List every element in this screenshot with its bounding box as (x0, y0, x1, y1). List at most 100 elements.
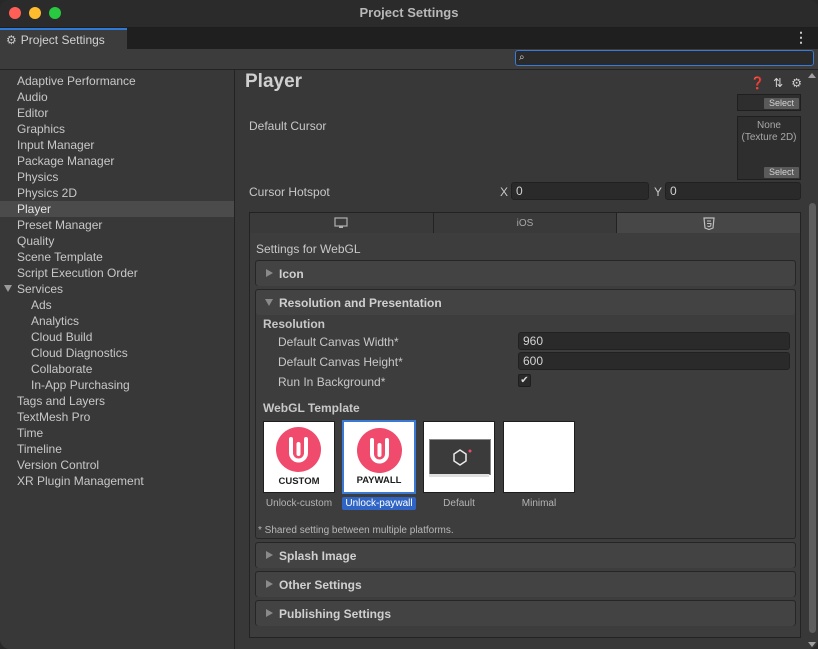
sidebar-item-textmesh-pro[interactable]: TextMesh Pro (0, 409, 234, 425)
padlock-icon (289, 437, 308, 463)
padlock-icon (370, 438, 389, 464)
splash-image-title: Splash Image (279, 549, 357, 563)
monitor-icon (334, 217, 348, 228)
tab-label: Project Settings (20, 32, 105, 47)
unlock-logo-icon (357, 428, 402, 473)
sidebar-item-package-manager[interactable]: Package Manager (0, 153, 234, 169)
html5-icon (703, 216, 715, 230)
sidebar-item-time[interactable]: Time (0, 425, 234, 441)
sidebar-item-player[interactable]: Player (0, 201, 234, 217)
template-unlock-custom[interactable]: CUSTOM (263, 421, 335, 493)
default-template-footer (429, 474, 489, 477)
sidebar-item-in-app-purchasing[interactable]: In-App Purchasing (0, 377, 234, 393)
canvas-width-label: Default Canvas Width* (278, 335, 399, 349)
preset-icon[interactable]: ⇅ (773, 76, 783, 90)
scroll-down-arrow-icon[interactable] (808, 642, 816, 647)
template-label-minimal: Minimal (521, 498, 557, 509)
sidebar-item-physics[interactable]: Physics (0, 169, 234, 185)
resolution-section-header[interactable]: Resolution and Presentation (256, 290, 795, 315)
vertical-scrollbar[interactable] (806, 71, 818, 649)
sidebar-item-xr-plugin-management[interactable]: XR Plugin Management (0, 473, 234, 489)
sidebar-item-physics-2d[interactable]: Physics 2D (0, 185, 234, 201)
page-title: Player (245, 71, 303, 92)
sidebar-item-version-control[interactable]: Version Control (0, 457, 234, 473)
publishing-settings-header[interactable]: Publishing Settings (256, 601, 795, 626)
unity-logo-icon (453, 449, 472, 466)
platform-tabs: iOS (249, 212, 801, 234)
sidebar-item-editor[interactable]: Editor (0, 105, 234, 121)
collapse-arrow-icon (265, 299, 273, 306)
title-bar: Project Settings (0, 0, 818, 28)
icon-section[interactable]: Icon (255, 260, 796, 286)
scroll-up-arrow-icon[interactable] (808, 73, 816, 78)
sidebar-item-scene-template[interactable]: Scene Template (0, 249, 234, 265)
sidebar-item-tags-and-layers[interactable]: Tags and Layers (0, 393, 234, 409)
other-settings-header[interactable]: Other Settings (256, 572, 795, 597)
icon-texture-slot[interactable]: Select (737, 94, 801, 111)
expand-arrow-icon (266, 551, 273, 559)
scrollbar-thumb[interactable] (809, 203, 816, 633)
sidebar-item-script-execution-order[interactable]: Script Execution Order (0, 265, 234, 281)
sidebar-item-adaptive-performance[interactable]: Adaptive Performance (0, 73, 234, 89)
tab-ios[interactable]: iOS (434, 213, 618, 233)
run-in-background-checkbox[interactable]: ✔ (518, 374, 531, 387)
webgl-settings-panel: Settings for WebGL Icon Resolution and P… (249, 233, 801, 638)
tab-standalone[interactable] (250, 213, 434, 233)
cursor-hotspot-label: Cursor Hotspot (249, 185, 330, 199)
sidebar-item-timeline[interactable]: Timeline (0, 441, 234, 457)
icon-section-header[interactable]: Icon (256, 261, 795, 286)
settings-icon[interactable]: ⚙ (791, 76, 802, 90)
sidebar-item-collaborate[interactable]: Collaborate (0, 361, 234, 377)
splash-image-section[interactable]: Splash Image (255, 542, 796, 568)
sidebar-item-services[interactable]: Services (0, 281, 234, 297)
template-caption: PAYWALL (356, 475, 402, 486)
sidebar-item-preset-manager[interactable]: Preset Manager (0, 217, 234, 233)
splash-image-header[interactable]: Splash Image (256, 543, 795, 568)
canvas-height-field[interactable]: 600 (518, 352, 790, 370)
resolution-section-title: Resolution and Presentation (279, 296, 442, 310)
selected-template-label: Unlock-paywall (342, 497, 416, 510)
template-label-unlock-custom: Unlock-custom (265, 498, 333, 509)
default-cursor-slot[interactable]: None (Texture 2D) Select (737, 116, 801, 180)
template-minimal[interactable] (503, 421, 575, 493)
resolution-heading: Resolution (263, 317, 325, 331)
tab-webgl[interactable] (617, 213, 801, 233)
sidebar-item-input-manager[interactable]: Input Manager (0, 137, 234, 153)
canvas-width-field[interactable]: 960 (518, 332, 790, 350)
more-options-icon[interactable]: ⋮ (794, 29, 808, 46)
template-default[interactable] (423, 421, 495, 493)
gear-icon: ⚙ (6, 32, 17, 47)
expand-arrow-icon (266, 269, 273, 277)
select-cursor-button[interactable]: Select (764, 167, 799, 178)
sidebar-item-quality[interactable]: Quality (0, 233, 234, 249)
search-input[interactable] (515, 50, 814, 66)
select-button[interactable]: Select (764, 98, 799, 109)
expand-arrow-icon[interactable] (4, 285, 12, 292)
search-row: ⌕ (0, 49, 818, 70)
hotspot-x-field[interactable]: 0 (511, 182, 649, 200)
sidebar-item-cloud-diagnostics[interactable]: Cloud Diagnostics (0, 345, 234, 361)
shared-setting-note: * Shared setting between multiple platfo… (258, 525, 454, 536)
template-unlock-paywall[interactable]: PAYWALL (342, 420, 416, 494)
sidebar: Adaptive Performance Audio Editor Graphi… (0, 70, 235, 649)
sidebar-item-audio[interactable]: Audio (0, 89, 234, 105)
hotspot-y-field[interactable]: 0 (665, 182, 801, 200)
tab-project-settings[interactable]: ⚙ Project Settings (0, 28, 127, 49)
sidebar-item-graphics[interactable]: Graphics (0, 121, 234, 137)
help-icon[interactable]: ❓ (750, 76, 765, 90)
search-icon: ⌕ (519, 52, 525, 63)
expand-arrow-icon (266, 609, 273, 617)
canvas-height-label: Default Canvas Height* (278, 355, 403, 369)
tab-bar: ⚙ Project Settings ⋮ (0, 28, 818, 49)
sidebar-item-cloud-build[interactable]: Cloud Build (0, 329, 234, 345)
publishing-settings-section[interactable]: Publishing Settings (255, 600, 796, 626)
icon-section-title: Icon (279, 267, 304, 281)
expand-arrow-icon (266, 580, 273, 588)
cursor-type-text: (Texture 2D) (741, 132, 797, 143)
sidebar-item-analytics[interactable]: Analytics (0, 313, 234, 329)
template-label-unlock-paywall: Unlock-paywall (337, 497, 421, 510)
sidebar-item-ads[interactable]: Ads (0, 297, 234, 313)
default-template-preview (429, 439, 491, 475)
header-icons: ❓ ⇅ ⚙ (750, 76, 802, 90)
other-settings-section[interactable]: Other Settings (255, 571, 796, 597)
